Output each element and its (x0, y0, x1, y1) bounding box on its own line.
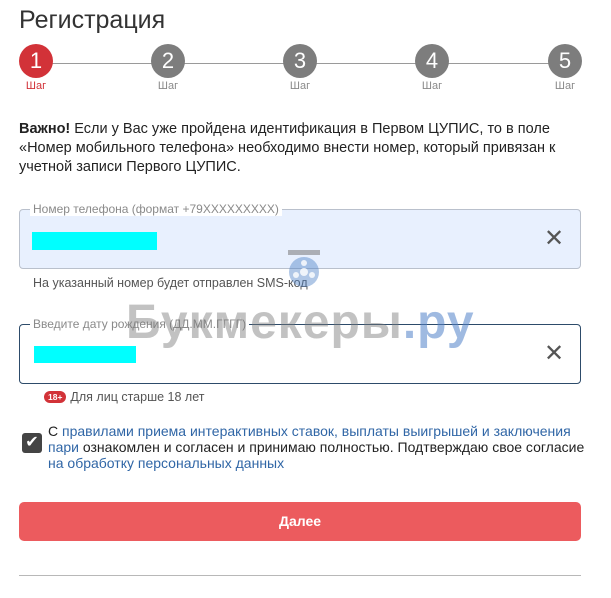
birthdate-value-redacted (34, 346, 136, 363)
watermark-suffix: .ру (402, 296, 475, 349)
consent-prefix: С (48, 423, 62, 439)
phone-field-label: Номер телефона (формат +79XXXXXXXXX) (30, 202, 282, 216)
phone-value-redacted (32, 232, 157, 250)
phone-hint: На указанный номер будет отправлен SMS-к… (33, 276, 308, 290)
phone-clear-icon[interactable]: ✕ (542, 227, 566, 251)
consent-checkbox[interactable]: ✔ (22, 433, 42, 453)
consent-middle: ознакомлен и согласен и принимаю полност… (78, 439, 585, 455)
step-3: 3 Шаг (280, 44, 320, 92)
step-label: Шаг (554, 80, 576, 92)
step-4: 4 Шаг (412, 44, 452, 92)
step-number: 2 (151, 44, 185, 78)
step-number: 5 (548, 44, 582, 78)
step-number: 4 (415, 44, 449, 78)
age-notice: 18+ Для лиц старше 18 лет (44, 390, 204, 404)
warning-text: Если у Вас уже пройдена идентификация в … (19, 121, 556, 175)
step-label: Шаг (421, 80, 443, 92)
age-18-badge: 18+ (44, 391, 67, 403)
personal-data-link[interactable]: на обработку персональных данных (48, 455, 284, 471)
step-5: 5 Шаг (545, 44, 585, 92)
birthdate-clear-icon[interactable]: ✕ (542, 342, 566, 366)
step-2: 2 Шаг (148, 44, 188, 92)
identification-warning: Важно! Если у Вас уже пройдена идентифик… (19, 120, 579, 177)
step-1: 1 Шаг (16, 44, 56, 92)
watermark-film-reel-icon (288, 250, 320, 287)
step-label: Шаг (25, 80, 47, 92)
age-notice-text: Для лиц старше 18 лет (70, 390, 205, 404)
checkmark-icon: ✔ (25, 434, 39, 451)
step-number: 1 (19, 44, 53, 78)
watermark: Букмекеры.ру (126, 295, 475, 350)
next-button[interactable]: Далее (19, 502, 581, 541)
bottom-divider (19, 575, 581, 576)
step-number: 3 (283, 44, 317, 78)
warning-bold: Важно! (19, 121, 71, 137)
consent-text: С правилами приема интерактивных ставок,… (48, 423, 588, 471)
watermark-text: Букмекеры (126, 296, 403, 349)
step-label: Шаг (157, 80, 179, 92)
step-label: Шаг (289, 80, 311, 92)
page-title: Регистрация (19, 6, 166, 34)
registration-steps: 1 Шаг 2 Шаг 3 Шаг 4 Шаг 5 Шаг (0, 44, 611, 100)
